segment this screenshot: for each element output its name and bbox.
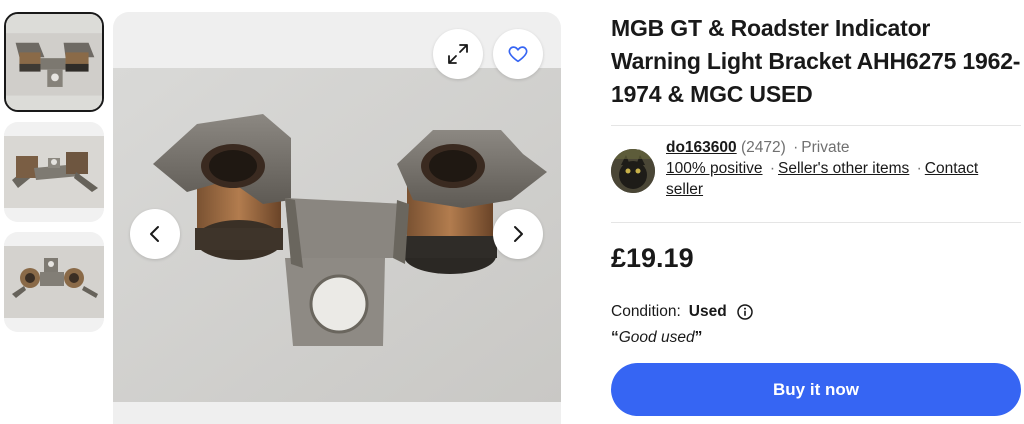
seller-avatar[interactable]: [611, 149, 655, 193]
expand-button[interactable]: [433, 29, 483, 79]
thumbnail-list: [4, 12, 106, 342]
chevron-right-icon: [514, 226, 523, 242]
previous-image-button[interactable]: [130, 209, 180, 259]
listing-title: MGB GT & Roadster Indicator Warning Ligh…: [611, 15, 1021, 107]
thumbnail-image: [6, 14, 102, 110]
condition-note-text: Good used: [618, 329, 695, 346]
image-footer-strip: [113, 402, 561, 424]
thumbnail-1[interactable]: [4, 12, 104, 112]
divider: [611, 222, 1021, 223]
seller-feedback-count: (2472): [740, 139, 786, 156]
thumbnail-image: [4, 122, 104, 222]
seller-other-items-link[interactable]: Seller's other items: [778, 160, 909, 177]
heart-icon: [508, 46, 528, 63]
condition-value: Used: [688, 303, 727, 320]
chevron-left-icon: [150, 226, 159, 242]
quote-close: ”: [694, 329, 703, 346]
main-image-viewer[interactable]: [113, 12, 561, 424]
condition-note: “Good used”: [611, 329, 1021, 351]
thumbnail-2[interactable]: [4, 122, 104, 222]
separator: ·: [769, 160, 775, 177]
thumbnail-3[interactable]: [4, 232, 104, 332]
seller-card: do163600 (2472) · Private 100% positive ·…: [611, 126, 1021, 222]
price: £19.19: [611, 243, 694, 273]
seller-name-link[interactable]: do163600: [666, 139, 737, 156]
next-image-button[interactable]: [493, 209, 543, 259]
thumbnail-image: [4, 232, 104, 332]
avatar-image: [611, 149, 655, 193]
separator: ·: [916, 160, 922, 177]
listing-details: MGB GT & Roadster Indicator Warning Ligh…: [611, 12, 1021, 416]
quote-open: “: [611, 329, 619, 346]
condition-label: Condition:: [611, 303, 681, 320]
seller-type: Private: [801, 139, 850, 156]
seller-positive-link[interactable]: 100% positive: [666, 160, 763, 177]
separator: ·: [793, 139, 799, 156]
buy-it-now-button[interactable]: Buy it now: [611, 363, 1021, 416]
expand-icon: [448, 44, 468, 64]
condition-row: Condition: Used: [611, 301, 1021, 323]
watchlist-button[interactable]: [493, 29, 543, 79]
seller-info: do163600 (2472) · Private 100% positive ·…: [666, 137, 1016, 200]
info-icon[interactable]: [736, 304, 753, 320]
